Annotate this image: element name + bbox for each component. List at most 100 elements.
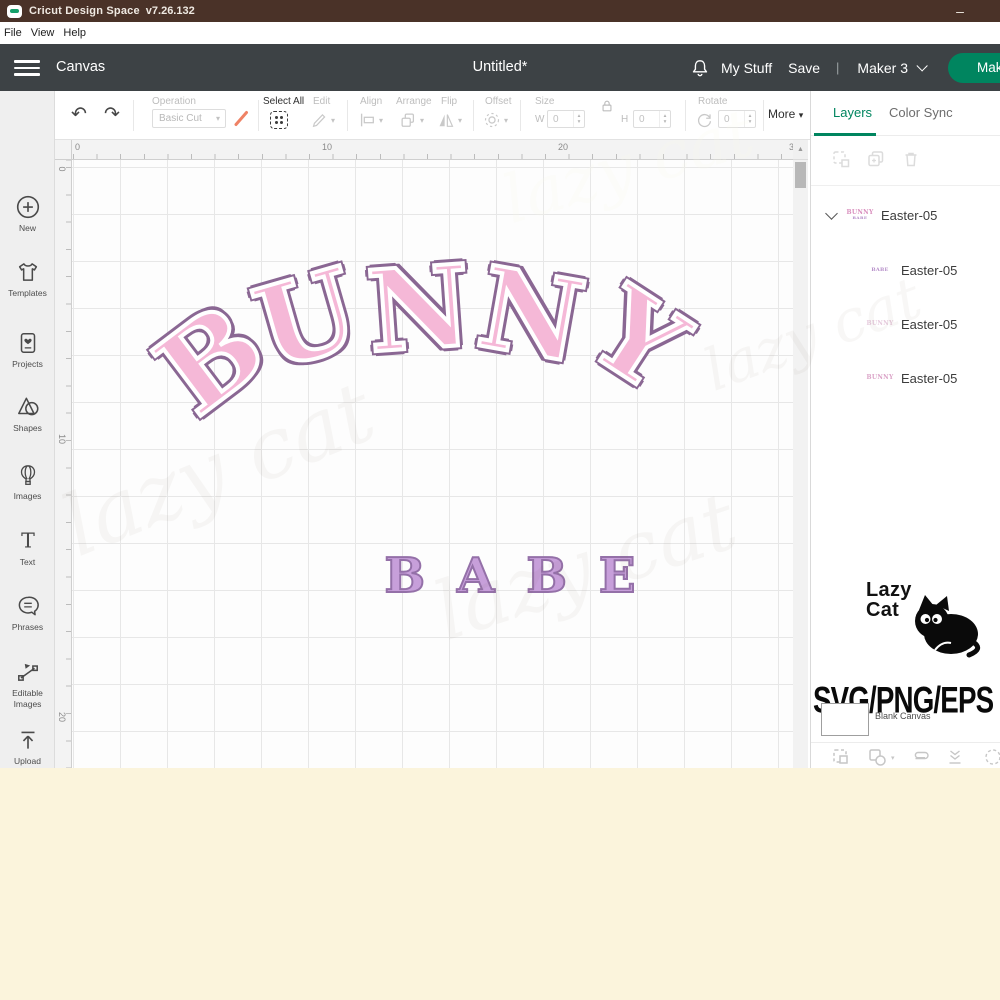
app-title: Cricut Design Space bbox=[29, 5, 140, 17]
svg-text:T: T bbox=[21, 529, 35, 553]
header: Canvas Untitled* My Stuff Save | Maker 3… bbox=[0, 44, 1000, 91]
width-stepper[interactable]: 0 ▴▾ bbox=[547, 110, 585, 128]
select-all-button[interactable] bbox=[270, 111, 288, 129]
flatten-icon[interactable] bbox=[945, 747, 965, 767]
menu-help[interactable]: Help bbox=[63, 27, 86, 39]
menu-file[interactable]: File bbox=[4, 27, 22, 39]
combine-icon[interactable] bbox=[867, 747, 887, 767]
group-expand-chevron-icon[interactable] bbox=[825, 207, 838, 220]
layer-thumbnail: BABE bbox=[866, 260, 894, 280]
sidebar-item-shapes[interactable]: Shapes bbox=[0, 394, 55, 434]
app-version: v7.26.132 bbox=[146, 5, 195, 17]
sidebar-item-templates[interactable]: Templates bbox=[0, 259, 55, 299]
layer-thumbnail: BUNNY bbox=[866, 314, 894, 334]
edit-pencil-icon[interactable] bbox=[311, 111, 328, 128]
panel-tabs: Layers Color Sync bbox=[811, 91, 1000, 136]
sidebar-item-phrases[interactable]: Phrases bbox=[0, 593, 55, 633]
save-button[interactable]: Save bbox=[788, 60, 820, 76]
flip-caret-icon[interactable]: ▾ bbox=[458, 116, 462, 125]
sidebar-item-new[interactable]: New bbox=[0, 194, 55, 234]
sidebar-item-editable-images[interactable]: Editable Images bbox=[0, 659, 55, 709]
design-canvas[interactable]: B U N N Y BABE bbox=[72, 160, 793, 768]
canvas-scrollbar[interactable] bbox=[793, 160, 808, 768]
sidebar-item-images[interactable]: Images bbox=[0, 462, 55, 502]
machine-selector[interactable]: Maker 3 bbox=[857, 60, 908, 76]
flip-icon[interactable] bbox=[437, 111, 455, 129]
combine-caret-icon[interactable]: ▾ bbox=[891, 754, 895, 762]
delete-trash-icon[interactable] bbox=[901, 149, 921, 169]
pen-color-icon[interactable] bbox=[233, 110, 250, 127]
layer-group-row[interactable]: BUNNY BABE Easter-05 bbox=[811, 201, 1000, 229]
horizontal-ruler: 0 10 20 30 bbox=[72, 140, 793, 160]
layer-row[interactable]: BUNNY Easter-05 bbox=[811, 310, 1000, 338]
blank-canvas-swatch[interactable] bbox=[821, 703, 869, 736]
project-card-icon bbox=[15, 330, 41, 356]
sidebar-item-projects[interactable]: Projects bbox=[0, 330, 55, 370]
arrange-caret-icon[interactable]: ▾ bbox=[420, 116, 424, 125]
sidebar: New Templates Projects Shapes Images T T… bbox=[0, 91, 55, 768]
layer-thumbnail: BUNNY bbox=[866, 368, 894, 388]
sub-word: BABE bbox=[300, 548, 720, 604]
layers-panel: Layers Color Sync BUNNY BABE Easter-05 B… bbox=[810, 91, 1000, 768]
width-label: W bbox=[535, 114, 544, 125]
rotate-stepper[interactable]: 0 ▴▾ bbox=[718, 110, 756, 128]
align-icon[interactable] bbox=[358, 111, 376, 129]
sidebar-item-upload[interactable]: Upload bbox=[0, 727, 55, 767]
layer-actions-row bbox=[811, 136, 1000, 186]
group-icon[interactable] bbox=[831, 149, 851, 169]
arc-letter: N bbox=[364, 251, 474, 370]
undo-button[interactable]: ↶ bbox=[71, 103, 87, 126]
tab-color-sync[interactable]: Color Sync bbox=[889, 105, 953, 120]
redo-button[interactable]: ↷ bbox=[104, 103, 120, 126]
header-separator: | bbox=[836, 60, 839, 75]
more-caret-icon: ▾ bbox=[799, 110, 804, 120]
rotate-label: Rotate bbox=[698, 96, 727, 107]
chevron-down-icon[interactable] bbox=[916, 60, 927, 71]
tab-layers[interactable]: Layers bbox=[833, 105, 872, 120]
height-stepper[interactable]: 0 ▴▾ bbox=[633, 110, 671, 128]
menu-view[interactable]: View bbox=[31, 27, 55, 39]
phrases-speech-bubble-icon bbox=[15, 593, 41, 619]
height-label: H bbox=[621, 114, 628, 125]
layer-thumbnail: BUNNY BABE bbox=[846, 205, 874, 225]
my-stuff-link[interactable]: My Stuff bbox=[721, 60, 772, 76]
arrange-label: Arrange bbox=[396, 96, 432, 107]
group-objects-icon[interactable] bbox=[831, 747, 851, 767]
offset-icon[interactable] bbox=[483, 111, 501, 129]
operation-label: Operation bbox=[152, 96, 196, 107]
text-icon: T bbox=[15, 528, 41, 554]
arc-letter: N bbox=[471, 252, 591, 380]
make-it-button[interactable]: Make It bbox=[948, 53, 1000, 83]
edit-label: Edit bbox=[313, 96, 330, 107]
layer-row[interactable]: BABE Easter-05 bbox=[811, 256, 1000, 284]
bunny-babe-design[interactable]: B U N N Y BABE bbox=[150, 260, 793, 560]
notifications-bell-icon[interactable] bbox=[689, 57, 711, 79]
more-actions-icon[interactable] bbox=[983, 747, 1000, 767]
arrange-icon[interactable] bbox=[399, 111, 417, 129]
layer-row[interactable]: BUNNY Easter-05 bbox=[811, 364, 1000, 392]
edit-caret-icon[interactable]: ▾ bbox=[331, 116, 335, 125]
rotate-icon[interactable] bbox=[696, 111, 713, 128]
scrollbar-thumb[interactable] bbox=[795, 162, 806, 188]
vertical-ruler: 0 10 20 bbox=[55, 160, 72, 768]
duplicate-icon[interactable] bbox=[866, 149, 886, 169]
flip-label: Flip bbox=[441, 96, 457, 107]
more-button[interactable]: More ▾ bbox=[768, 107, 803, 121]
operation-dropdown[interactable]: Basic Cut ▾ bbox=[152, 109, 226, 128]
app-window: Cricut Design Space v7.26.132 – File Vie… bbox=[0, 0, 1000, 768]
ruler-corner bbox=[55, 140, 72, 160]
offset-caret-icon[interactable]: ▾ bbox=[504, 116, 508, 125]
attach-paperclip-icon[interactable] bbox=[911, 747, 931, 767]
black-cat-illustration bbox=[889, 587, 981, 665]
menubar: File View Help bbox=[0, 22, 1000, 44]
scroll-up-button[interactable]: ▲ bbox=[793, 140, 808, 160]
shapes-icon bbox=[15, 394, 41, 420]
cricut-logo-icon bbox=[7, 5, 22, 18]
align-caret-icon[interactable]: ▾ bbox=[379, 116, 383, 125]
minimize-button[interactable]: – bbox=[950, 1, 970, 21]
arc-letter: Y bbox=[574, 271, 702, 408]
upload-icon bbox=[15, 727, 41, 753]
lock-aspect-icon[interactable] bbox=[600, 99, 614, 113]
dropdown-caret-icon: ▾ bbox=[216, 114, 225, 123]
sidebar-item-text[interactable]: T Text bbox=[0, 528, 55, 568]
